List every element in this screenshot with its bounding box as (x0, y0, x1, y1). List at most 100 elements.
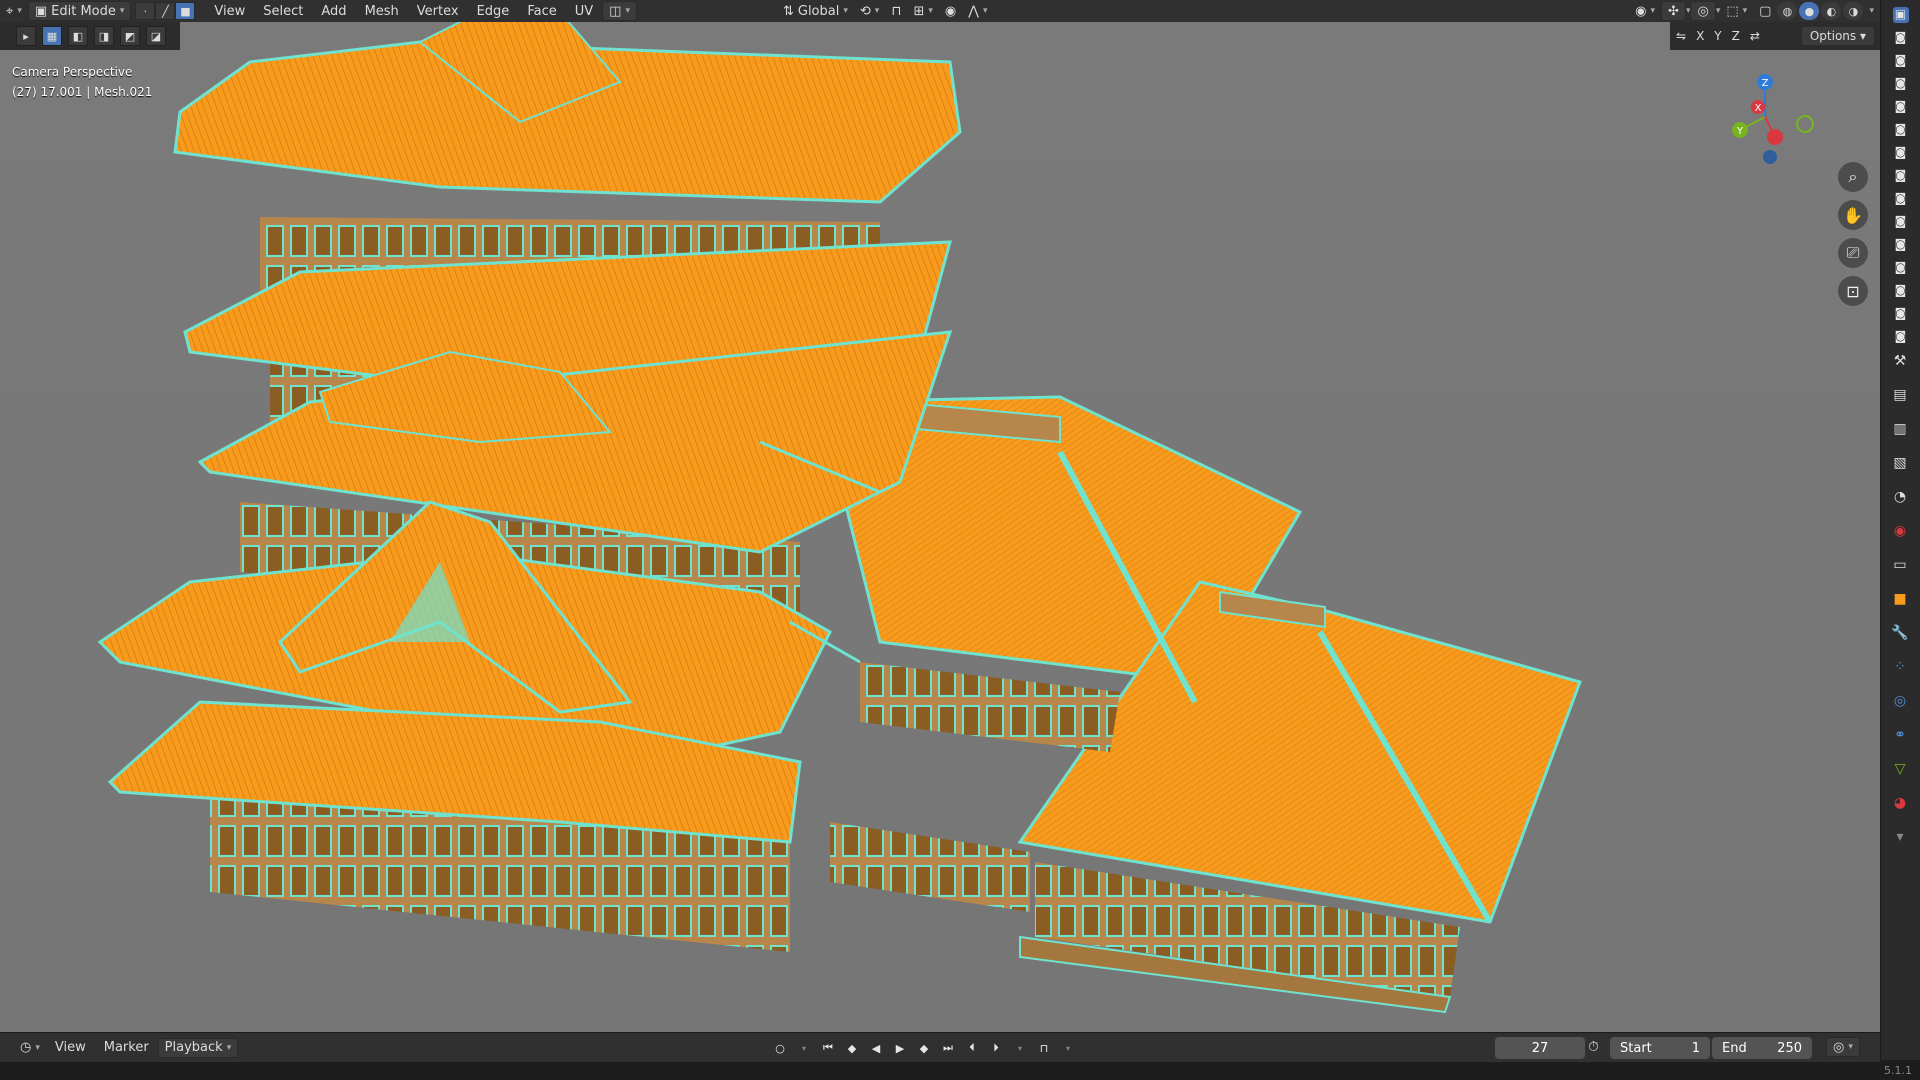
render-toggle-icon[interactable]: ◙ (1893, 76, 1909, 92)
chevron-down-icon[interactable]: ▾ (1889, 826, 1911, 848)
chevron-down-icon[interactable]: ▾ (1863, 6, 1880, 16)
material-tab-icon[interactable]: ◕ (1889, 792, 1911, 814)
gizmo-toggle[interactable]: ✣ (1661, 1, 1686, 21)
render-tab-icon[interactable]: ▤ (1889, 384, 1911, 406)
auto-keying-icon[interactable]: ⊓ (1034, 1038, 1054, 1058)
face-select-icon[interactable]: ■ (175, 2, 196, 20)
render-toggle-icon[interactable]: ◙ (1893, 191, 1909, 207)
object-tab-icon[interactable]: ■ (1889, 588, 1911, 610)
options-dropdown[interactable]: Options ▾ (1801, 27, 1874, 45)
axis-z-toggle[interactable]: Z (1732, 29, 1740, 43)
render-toggle-icon[interactable]: ◙ (1893, 329, 1909, 345)
editor-type-button[interactable]: ⌖ ▾ (0, 1, 28, 21)
hand-icon[interactable]: ✋ (1838, 200, 1868, 230)
overlay-toggle[interactable]: ◎ (1690, 1, 1716, 21)
output-tab-icon[interactable]: ▥ (1889, 418, 1911, 440)
snap-toggle[interactable]: ⊓ (885, 1, 907, 21)
stopwatch-icon[interactable]: ⏱ (1588, 1039, 1599, 1055)
mesh-edit-overlay-dropdown[interactable]: ⬚ ▾ (1720, 1, 1753, 21)
zoom-icon[interactable]: ⌕ (1838, 162, 1868, 192)
render-toggle-icon[interactable]: ◙ (1893, 53, 1909, 69)
prev-frame-icon[interactable]: ⏴ (962, 1038, 982, 1058)
menu-uv[interactable]: UV (566, 4, 602, 19)
play-reverse-icon[interactable]: ◀ (866, 1038, 886, 1058)
render-toggle-icon[interactable]: ◙ (1893, 214, 1909, 230)
current-frame-field[interactable]: 27 (1495, 1037, 1585, 1059)
end-frame-field[interactable]: End 250 (1712, 1037, 1812, 1059)
menu-mesh[interactable]: Mesh (356, 4, 408, 19)
select-invert-icon[interactable]: ◩ (120, 26, 140, 46)
timeline-menu-marker[interactable]: Marker (95, 1040, 158, 1055)
render-toggle-icon[interactable]: ◙ (1893, 237, 1909, 253)
solid-shading-icon[interactable]: ● (1799, 2, 1820, 20)
wireframe-shading-icon[interactable]: ◍ (1777, 2, 1798, 20)
render-toggle-icon[interactable]: ◙ (1893, 283, 1909, 299)
axis-x-toggle[interactable]: X (1696, 29, 1704, 43)
chevron-down-icon[interactable]: ▾ (1010, 1038, 1030, 1058)
rendered-shading-icon[interactable]: ◑ (1843, 2, 1864, 20)
menu-vertex[interactable]: Vertex (408, 4, 468, 19)
modifier-tab-icon[interactable]: 🔧 (1889, 622, 1911, 644)
scene-tab-icon[interactable]: ◔ (1889, 486, 1911, 508)
world-tab-icon[interactable]: ◉ (1889, 520, 1911, 542)
prev-keyframe-icon[interactable]: ◆ (842, 1038, 862, 1058)
physics-tab-icon[interactable]: ◎ (1889, 690, 1911, 712)
render-toggle-icon[interactable]: ◙ (1893, 306, 1909, 322)
constraints-tab-icon[interactable]: ⚭ (1889, 724, 1911, 746)
render-toggle-icon[interactable]: ◙ (1893, 99, 1909, 115)
play-icon[interactable]: ▶ (890, 1038, 910, 1058)
render-toggle-icon[interactable]: ◙ (1893, 168, 1909, 184)
vertex-select-icon[interactable]: · (135, 2, 156, 20)
axis-y-toggle[interactable]: Y (1714, 29, 1721, 43)
render-toggle-icon[interactable]: ◙ (1893, 30, 1909, 46)
menu-add[interactable]: Add (312, 4, 355, 19)
select-extend-icon[interactable]: ◧ (68, 26, 88, 46)
lock-icon[interactable]: ⊡ (1838, 276, 1868, 306)
select-subtract-icon[interactable]: ◨ (94, 26, 114, 46)
render-toggle-icon[interactable]: ◙ (1893, 260, 1909, 276)
render-toggle-icon[interactable]: ◙ (1893, 145, 1909, 161)
view-layer-tab-icon[interactable]: ▧ (1889, 452, 1911, 474)
menu-select[interactable]: Select (254, 4, 312, 19)
timeline-menu-view[interactable]: View (46, 1040, 95, 1055)
particles-tab-icon[interactable]: ⁘ (1889, 656, 1911, 678)
camera-icon[interactable]: ⎚ (1838, 238, 1868, 268)
castle-mesh[interactable] (0, 22, 1880, 1032)
menu-view[interactable]: View (205, 4, 254, 19)
proportional-edit-toggle[interactable]: ◉ (939, 1, 962, 21)
mirror-icon[interactable]: ⇋ (1676, 29, 1686, 43)
falloff-dropdown[interactable]: ⋀ ▾ (962, 1, 993, 21)
3d-viewport[interactable]: ▸ ▦ ◧ ◨ ◩ ◪ Camera Perspective (27) 17.0… (0, 22, 1880, 1032)
tool-tab-icon[interactable]: ⚒ (1889, 350, 1911, 372)
navigation-gizmo[interactable]: Z Y X (1710, 62, 1820, 172)
start-frame-field[interactable]: Start 1 (1610, 1037, 1710, 1059)
chevron-down-icon[interactable]: ▾ (794, 1038, 814, 1058)
visibility-dropdown[interactable]: ◉ ▾ (1629, 1, 1661, 21)
edge-select-icon[interactable]: ╱ (155, 2, 176, 20)
uv-sync-dropdown[interactable]: ◫ ▾ (602, 1, 637, 21)
snap-target-dropdown[interactable]: ⊞ ▾ (907, 1, 938, 21)
menu-face[interactable]: Face (518, 4, 565, 19)
select-intersect-icon[interactable]: ◪ (146, 26, 166, 46)
outliner-active-icon[interactable]: ▣ (1892, 7, 1909, 23)
material-shading-icon[interactable]: ◐ (1821, 2, 1842, 20)
collection-tab-icon[interactable]: ▭ (1889, 554, 1911, 576)
chevron-down-icon[interactable]: ▾ (1058, 1038, 1078, 1058)
timeline-editor-type-button[interactable]: ◷ ▾ (14, 1038, 46, 1058)
pivot-dropdown[interactable]: ⟲ ▾ (854, 1, 885, 21)
next-keyframe-icon[interactable]: ◆ (914, 1038, 934, 1058)
topology-icon[interactable]: ⇄ (1750, 29, 1760, 43)
transform-orientation-dropdown[interactable]: ⇅ Global ▾ (777, 1, 854, 21)
record-icon[interactable]: ○ (770, 1038, 790, 1058)
render-toggle-icon[interactable]: ◙ (1893, 122, 1909, 138)
mode-dropdown[interactable]: ▣ Edit Mode ▾ (27, 1, 132, 21)
xray-toggle[interactable]: ▢ (1753, 1, 1777, 21)
next-frame-icon[interactable]: ⏵ (986, 1038, 1006, 1058)
menu-edge[interactable]: Edge (468, 4, 519, 19)
timeline-view-toggle[interactable]: ◎ ▾ (1826, 1037, 1860, 1057)
select-box-tool-icon[interactable]: ▸ (16, 26, 36, 46)
select-new-icon[interactable]: ▦ (42, 26, 62, 46)
playback-dropdown[interactable]: Playback ▾ (157, 1037, 239, 1058)
jump-start-icon[interactable]: ⏮ (818, 1038, 838, 1058)
data-tab-icon[interactable]: ▽ (1889, 758, 1911, 780)
